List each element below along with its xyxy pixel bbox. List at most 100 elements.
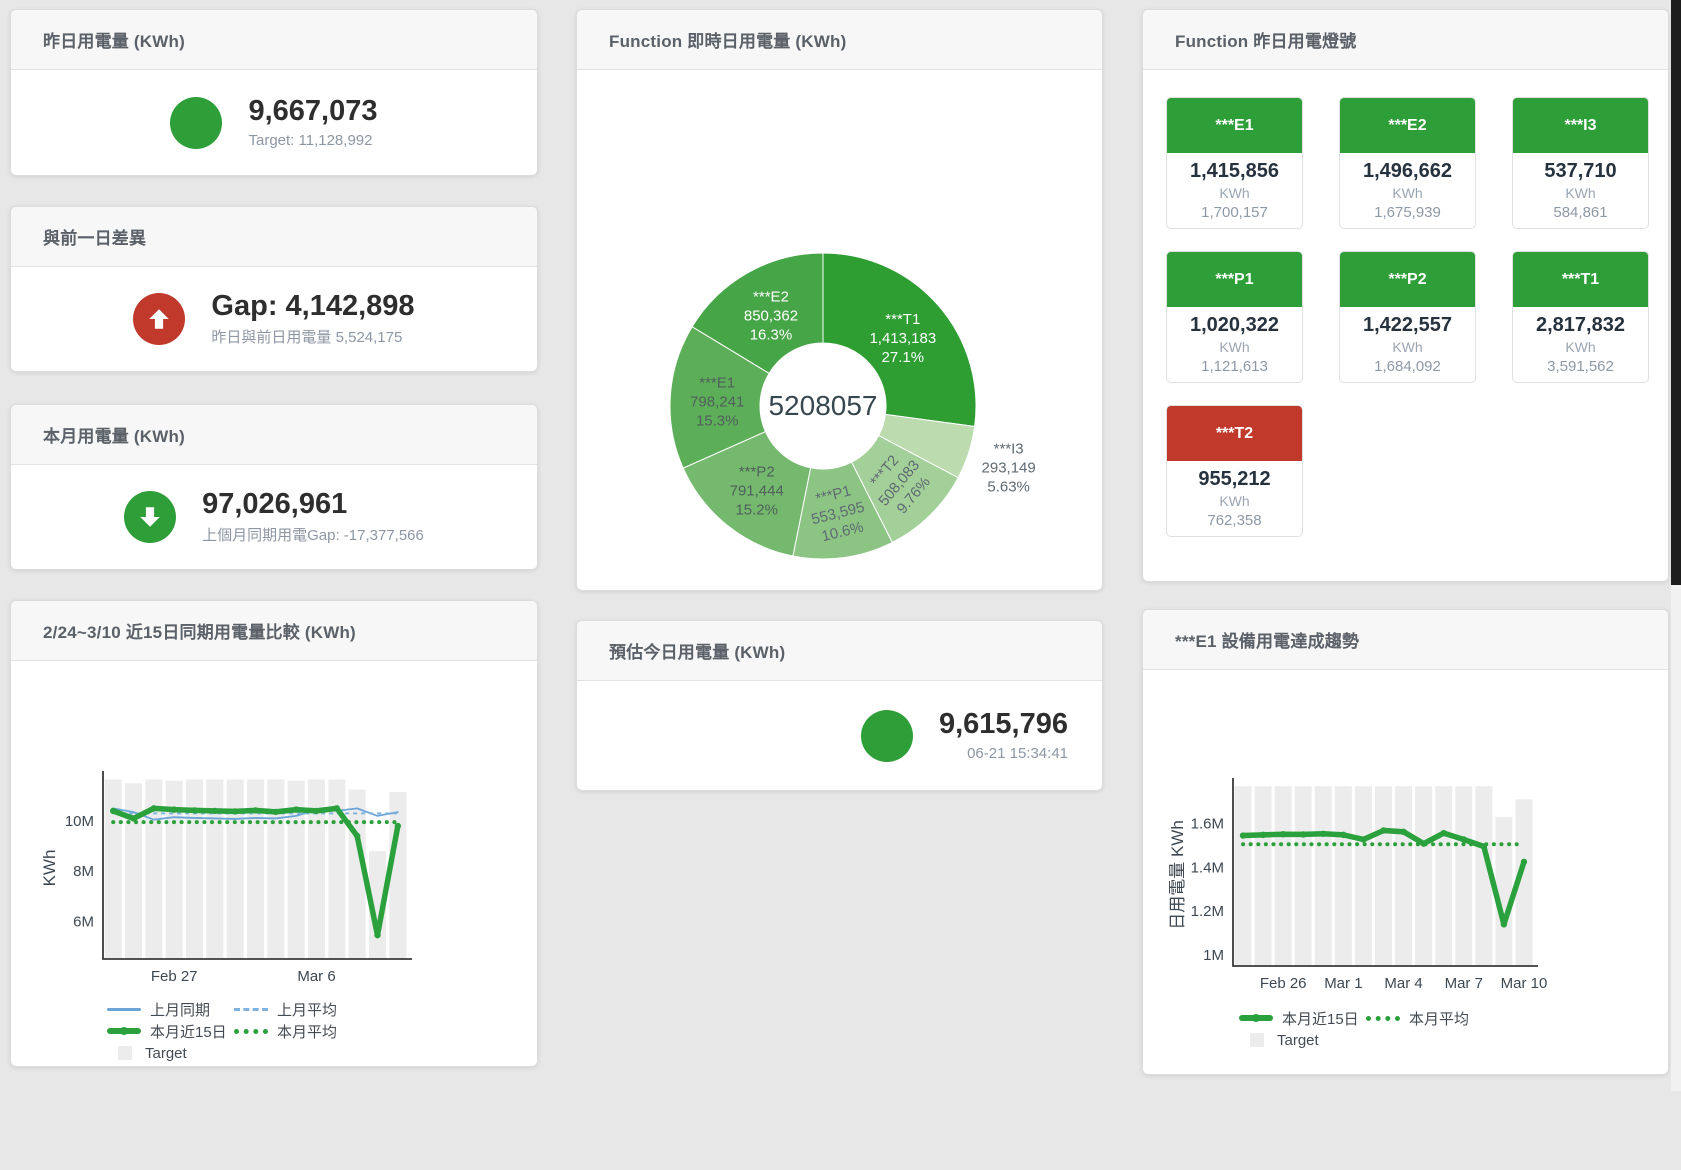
tile-header: ***P1 — [1167, 252, 1302, 307]
panel-header[interactable]: 預估今日用電量 (KWh) — [577, 621, 1102, 681]
legend-item-target[interactable]: Target — [107, 1045, 234, 1062]
panel-title: 本月用電量 (KWh) — [43, 422, 185, 447]
panel-month-usage: 本月用電量 (KWh) 97,026,961 上個月同期用電Gap: -17,3… — [10, 404, 538, 570]
panel-header[interactable]: ***E1 設備用電達成趨勢 — [1143, 610, 1668, 670]
series-marker — [1441, 830, 1447, 836]
target-bar — [1455, 786, 1472, 966]
panel-title: ***E1 設備用電達成趨勢 — [1175, 627, 1359, 652]
series-marker — [1340, 832, 1346, 838]
panel-title: 昨日用電量 (KWh) — [43, 27, 185, 52]
x-tick-label: Mar 1 — [1324, 975, 1362, 992]
donut-chart[interactable]: ***T11,413,18327.1%***I3293,1495.63%***T… — [577, 70, 1102, 590]
green-thick-line-swatch-icon — [1239, 1015, 1273, 1021]
status-tile: ***E2 1,496,662 KWh 1,675,939 — [1339, 97, 1476, 229]
panel-header[interactable]: 本月用電量 (KWh) — [11, 405, 537, 465]
scrollbar-thumb[interactable] — [1671, 0, 1681, 585]
panel-e1-trend-chart: ***E1 設備用電達成趨勢 1M1.2M1.4M1.6MFeb 26Mar 1… — [1142, 609, 1669, 1075]
series-marker — [191, 807, 197, 813]
target-bar — [1295, 786, 1312, 966]
tile-unit: KWh — [1167, 339, 1302, 355]
panel-title: 與前一日差異 — [43, 224, 146, 249]
y-tick-label: 8M — [73, 863, 94, 880]
green-thick-line-swatch-icon — [107, 1028, 141, 1034]
legend-item-this-month-15d[interactable]: 本月近15日 — [107, 1021, 234, 1042]
panel-header[interactable]: 昨日用電量 (KWh) — [11, 10, 537, 70]
series-marker — [1501, 921, 1507, 927]
panel-estimate-today: 預估今日用電量 (KWh) 9,615,796 06-21 15:34:41 — [576, 620, 1103, 791]
trend-line-chart[interactable]: 1M1.2M1.4M1.6MFeb 26Mar 1Mar 4Mar 7Mar 1… — [1143, 766, 1668, 1002]
legend-label: Target — [1277, 1032, 1319, 1049]
tile-target: 1,121,613 — [1167, 358, 1302, 375]
legend-item-target[interactable]: Target — [1239, 1032, 1366, 1049]
tile-target: 1,700,157 — [1167, 204, 1302, 221]
tile-unit: KWh — [1167, 493, 1302, 509]
series-marker — [1461, 836, 1467, 842]
tile-value: 955,212 — [1167, 468, 1302, 491]
legend-item-this-month-15d[interactable]: 本月近15日 — [1239, 1008, 1366, 1029]
green-dotted-line-swatch-icon — [1366, 1016, 1400, 1021]
tile-target: 584,861 — [1513, 204, 1648, 221]
target-bar — [1395, 786, 1412, 966]
y-tick-label: 6M — [73, 913, 94, 930]
series-marker — [1380, 827, 1386, 833]
target-bar — [308, 780, 325, 959]
x-tick-label: Mar 6 — [297, 968, 335, 985]
panel-header[interactable]: Function 昨日用電燈號 — [1143, 10, 1668, 70]
target-bar — [1335, 786, 1352, 966]
tile-target: 1,684,092 — [1340, 358, 1475, 375]
panel-yesterday-usage: 昨日用電量 (KWh) 9,667,073 Target: 11,128,992 — [10, 9, 538, 176]
legend-label: 上月平均 — [277, 999, 337, 1020]
series-marker — [313, 808, 319, 814]
tile-label: ***I3 — [1564, 117, 1596, 135]
status-tile: ***T2 955,212 KWh 762,358 — [1166, 405, 1303, 537]
series-marker — [374, 932, 380, 938]
trend-legend: 本月近15日 本月平均 Target — [1143, 1007, 1668, 1051]
panel-realtime-donut: Function 即時日用電量 (KWh) ***T11,413,18327.1… — [576, 9, 1103, 591]
tile-header: ***I3 — [1513, 98, 1648, 153]
series-marker — [1521, 859, 1527, 865]
panel-header[interactable]: Function 即時日用電量 (KWh) — [577, 10, 1102, 70]
x-tick-label: Mar 10 — [1501, 975, 1548, 992]
tile-value: 1,020,322 — [1167, 314, 1302, 337]
target-bar — [1255, 786, 1272, 966]
target-bar — [1355, 786, 1372, 966]
compare-line-chart[interactable]: 6M8M10MFeb 27Mar 6KWh — [11, 757, 537, 993]
status-tile: ***P2 1,422,557 KWh 1,684,092 — [1339, 251, 1476, 383]
series-marker — [293, 806, 299, 812]
target-bar — [1315, 786, 1332, 966]
target-bar — [247, 780, 264, 959]
panel-header[interactable]: 與前一日差異 — [11, 207, 537, 267]
target-bar — [1435, 786, 1452, 966]
tile-unit: KWh — [1167, 185, 1302, 201]
panel-header[interactable]: 2/24~3/10 近15日同期用電量比較 (KWh) — [11, 601, 537, 661]
tile-label: ***E2 — [1388, 117, 1426, 135]
series-marker — [1300, 831, 1306, 837]
tile-unit: KWh — [1513, 185, 1648, 201]
target-bar — [186, 780, 203, 959]
series-marker — [354, 833, 360, 839]
legend-item-this-month-avg[interactable]: 本月平均 — [234, 1021, 361, 1042]
legend-item-last-month-same[interactable]: 上月同期 — [107, 999, 234, 1020]
stat-value: 9,667,073 — [248, 96, 377, 128]
series-marker — [1240, 832, 1246, 838]
legend-label: 本月近15日 — [150, 1021, 227, 1042]
tile-unit: KWh — [1340, 185, 1475, 201]
donut-slice-label: ***I3293,1495.63% — [982, 441, 1036, 496]
y-tick-label: 1M — [1203, 947, 1224, 964]
legend-item-this-month-avg[interactable]: 本月平均 — [1366, 1008, 1493, 1029]
panel-status-lights: Function 昨日用電燈號 ***E1 1,415,856 KWh 1,70… — [1142, 9, 1669, 582]
blue-dashed-line-swatch-icon — [234, 1008, 268, 1011]
x-tick-label: Feb 27 — [151, 968, 198, 985]
legend-item-last-month-avg[interactable]: 上月平均 — [234, 999, 361, 1020]
target-bar — [1375, 786, 1392, 966]
legend-label: 上月同期 — [150, 999, 210, 1020]
series-marker — [212, 808, 218, 814]
tile-label: ***E1 — [1215, 117, 1253, 135]
target-bar — [1235, 786, 1252, 966]
scrollbar[interactable] — [1671, 0, 1681, 1091]
tile-value: 1,422,557 — [1340, 314, 1475, 337]
status-circle-icon — [861, 710, 913, 762]
stat-subtitle: 上個月同期用電Gap: -17,377,566 — [202, 524, 424, 545]
x-tick-label: Mar 7 — [1445, 975, 1483, 992]
target-bar-swatch-icon — [118, 1046, 132, 1060]
